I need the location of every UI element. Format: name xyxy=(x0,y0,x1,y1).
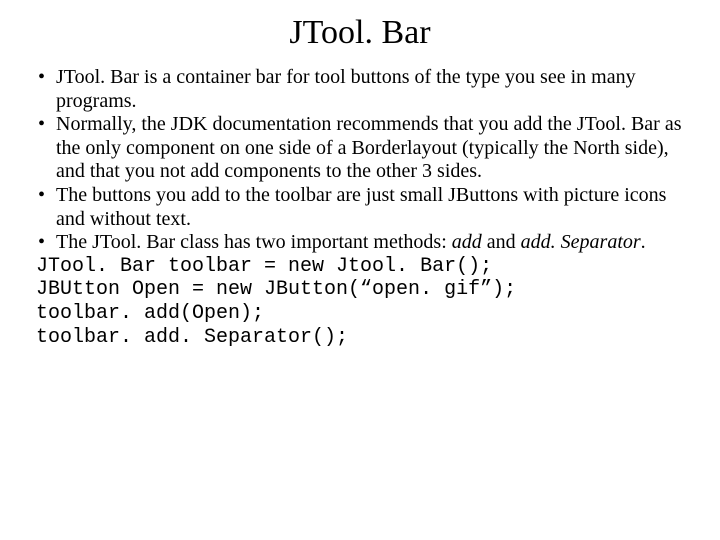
slide-title: JTool. Bar xyxy=(36,14,684,52)
bullet-item: JTool. Bar is a container bar for tool b… xyxy=(36,66,684,113)
bullet-text-em1: add xyxy=(452,231,482,253)
bullet-item: The buttons you add to the toolbar are j… xyxy=(36,184,684,231)
bullet-item: The JTool. Bar class has two important m… xyxy=(36,231,684,255)
bullet-text-mid: and xyxy=(482,231,521,253)
bullet-text: The buttons you add to the toolbar are j… xyxy=(56,184,666,230)
bullet-item: Normally, the JDK documentation recommen… xyxy=(36,113,684,184)
bullet-text-post: . xyxy=(641,231,646,253)
bullet-text-pre: The JTool. Bar class has two important m… xyxy=(56,231,452,253)
code-block: JTool. Bar toolbar = new Jtool. Bar(); J… xyxy=(36,255,684,349)
bullet-text: JTool. Bar is a container bar for tool b… xyxy=(56,66,636,112)
slide-body: JTool. Bar is a container bar for tool b… xyxy=(36,66,684,349)
bullet-text: Normally, the JDK documentation recommen… xyxy=(56,113,682,182)
bullet-text-em2: add. Separator xyxy=(521,231,641,253)
slide: JTool. Bar JTool. Bar is a container bar… xyxy=(0,0,720,540)
bullet-list: JTool. Bar is a container bar for tool b… xyxy=(36,66,684,255)
